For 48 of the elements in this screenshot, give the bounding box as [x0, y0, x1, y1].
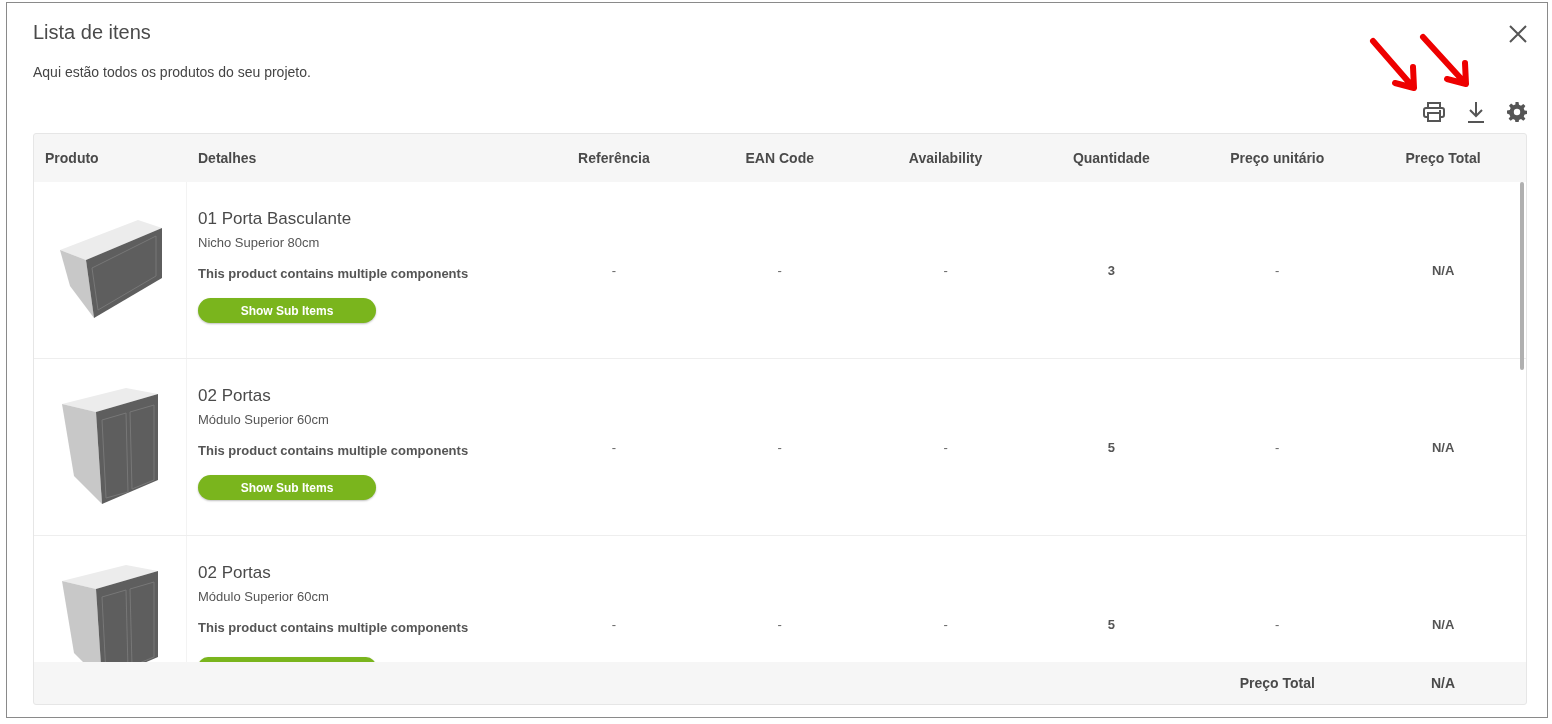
annotation-arrow: [1419, 33, 1471, 89]
column-header: Produto: [44, 150, 100, 166]
product-note: This product contains multiple components: [198, 266, 470, 281]
column-header: Availability: [907, 150, 984, 166]
settings-button[interactable]: [1507, 102, 1527, 122]
table-cell-text: -: [610, 262, 618, 278]
table-cell-text: -: [942, 616, 949, 632]
column-header: Preço unitário: [1229, 150, 1326, 166]
table-cell-text: N/A: [1430, 262, 1456, 278]
column-header: Preço Total: [1404, 150, 1482, 166]
download-button[interactable]: [1467, 101, 1485, 123]
table-cell-text: 3: [1106, 262, 1116, 278]
table-cell-text: -: [776, 262, 783, 278]
product-note: This product contains multiple components: [198, 443, 470, 458]
column-header: EAN Code: [744, 150, 815, 166]
print-button[interactable]: [1423, 102, 1445, 122]
dialog-title: Lista de itens: [33, 21, 152, 44]
table-cell-text: -: [1274, 616, 1281, 632]
show-sub-items-button[interactable]: Show Sub Items: [198, 475, 376, 500]
table-cell-text: N/A: [1430, 439, 1456, 455]
table-cell-text: -: [610, 616, 618, 632]
table-cell-text: -: [1274, 439, 1281, 455]
table-cell-text: N/A: [1430, 616, 1456, 632]
column-header: Quantidade: [1071, 150, 1151, 166]
footer-total: N/A: [1430, 675, 1457, 691]
table-cell-text: -: [942, 262, 949, 278]
show-sub-items-button[interactable]: Show Sub Items: [198, 298, 376, 323]
annotation-arrow: [1369, 37, 1419, 93]
table-cell-text: 5: [1106, 439, 1116, 455]
table-cell-text: -: [942, 439, 949, 455]
product-name: 02 Portas: [198, 563, 272, 583]
column-header: Referência: [577, 150, 651, 166]
column-header: Detalhes: [197, 150, 258, 166]
table-cell-text: -: [1274, 262, 1281, 278]
table-cell-text: -: [776, 439, 783, 455]
footer-label: Preço Total: [1238, 675, 1316, 691]
product-name: 02 Portas: [198, 386, 272, 406]
table-cell-text: -: [610, 439, 618, 455]
table-cell-text: 5: [1106, 616, 1116, 632]
product-note: This product contains multiple components: [198, 620, 470, 635]
product-description: Nicho Superior 80cm: [198, 235, 321, 250]
close-button[interactable]: [1509, 25, 1527, 43]
product-name: 01 Porta Basculante: [198, 209, 353, 229]
dialog-subtitle: Aqui estão todos os produtos do seu projeto.: [33, 64, 311, 80]
table-cell-text: -: [776, 616, 783, 632]
product-description: Módulo Superior 60cm: [198, 589, 330, 604]
scrollbar-thumb[interactable]: [1520, 182, 1524, 370]
product-description: Módulo Superior 60cm: [198, 412, 330, 427]
